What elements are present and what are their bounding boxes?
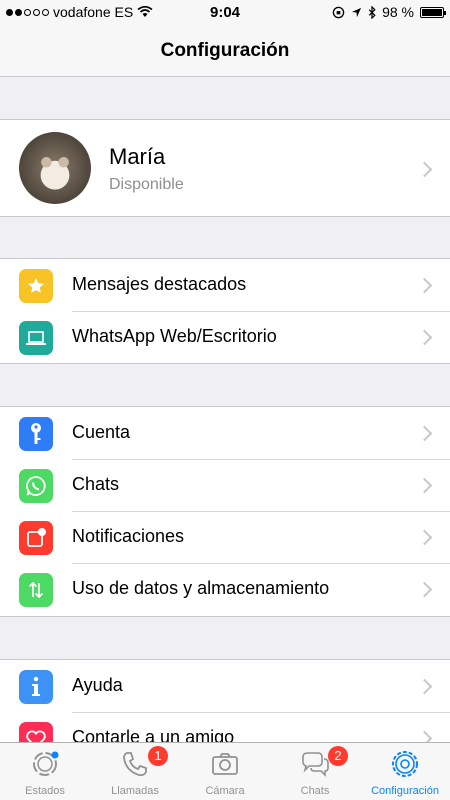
- row-label: WhatsApp Web/Escritorio: [72, 326, 277, 346]
- rotation-lock-icon: [332, 6, 345, 18]
- chevron-right-icon: [416, 161, 433, 178]
- phone-icon: [123, 752, 147, 777]
- tab-status[interactable]: Estados: [0, 743, 90, 800]
- tab-label: Chats: [300, 785, 330, 797]
- row-label: Chats: [72, 474, 120, 494]
- tab-bar: Estados 1 Llamadas Cámara 2 Chats Config…: [0, 742, 450, 800]
- chevron-right-icon: [416, 329, 433, 346]
- camera-icon: [212, 753, 238, 775]
- bluetooth-icon: [368, 5, 376, 19]
- tab-label: Estados: [25, 785, 65, 797]
- row-notifications[interactable]: Notificaciones: [0, 511, 450, 563]
- navigation-bar: Configuración: [0, 26, 450, 77]
- tab-label: Llamadas: [111, 785, 159, 797]
- row-starred-messages[interactable]: Mensajes destacados: [0, 259, 450, 311]
- row-account[interactable]: Cuenta: [0, 407, 450, 459]
- chevron-right-icon: [416, 477, 433, 494]
- row-label: Notificaciones: [72, 526, 185, 546]
- tab-camera[interactable]: Cámara: [180, 743, 270, 800]
- row-help[interactable]: Ayuda: [0, 660, 450, 712]
- profile-name: María: [109, 144, 166, 169]
- tab-chats[interactable]: 2 Chats: [270, 743, 360, 800]
- chat-bubbles-icon: [302, 752, 329, 777]
- page-title: Configuración: [160, 40, 290, 61]
- row-data-storage[interactable]: Uso de datos y almacenamiento: [0, 563, 450, 615]
- tab-label: Cámara: [205, 785, 245, 797]
- profile-status: Disponible: [109, 176, 184, 193]
- row-label: Uso de datos y almacenamiento: [72, 578, 330, 598]
- chevron-right-icon: [416, 581, 433, 598]
- chevron-right-icon: [416, 277, 433, 294]
- settings-group-2: Cuenta Chats Notificaciones Uso de datos…: [0, 406, 450, 617]
- info-icon: [19, 670, 53, 704]
- row-label: Ayuda: [72, 675, 123, 695]
- chevron-right-icon: [416, 529, 433, 546]
- calls-badge: 1: [148, 746, 168, 766]
- chevron-right-icon: [416, 425, 433, 442]
- tab-calls[interactable]: 1 Llamadas: [90, 743, 180, 800]
- chats-badge: 2: [328, 746, 348, 766]
- profile-row[interactable]: María Disponible: [0, 119, 450, 217]
- gear-icon: [392, 751, 418, 777]
- battery-percentage: 98 %: [382, 4, 414, 20]
- row-label: Mensajes destacados: [72, 274, 247, 294]
- status-right: 98 %: [332, 4, 446, 20]
- chevron-right-icon: [416, 678, 433, 695]
- tab-label: Configuración: [371, 785, 439, 797]
- key-icon: [19, 417, 53, 451]
- whatsapp-icon: [19, 469, 53, 503]
- arrows-icon: [19, 573, 53, 607]
- status-bar: vodafone ES 9:04 98 %: [0, 0, 450, 26]
- avatar: [19, 132, 91, 204]
- notification-icon: [19, 521, 53, 555]
- laptop-icon: [19, 321, 53, 355]
- row-chats[interactable]: Chats: [0, 459, 450, 511]
- location-icon: [351, 7, 362, 17]
- status-icon: [33, 751, 59, 776]
- star-icon: [19, 269, 53, 303]
- tab-settings[interactable]: Configuración: [360, 743, 450, 800]
- settings-group-1: Mensajes destacados WhatsApp Web/Escrito…: [0, 258, 450, 364]
- battery-icon: [420, 6, 446, 18]
- row-label: Cuenta: [72, 422, 131, 442]
- row-whatsapp-web[interactable]: WhatsApp Web/Escritorio: [0, 311, 450, 363]
